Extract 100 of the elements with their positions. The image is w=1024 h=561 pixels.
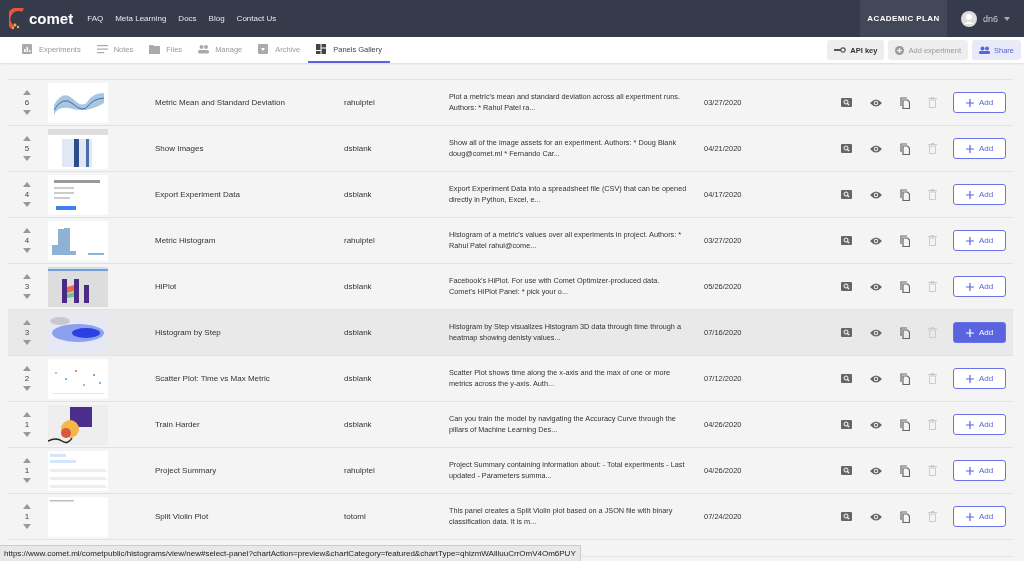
copy-icon[interactable] [900, 326, 910, 339]
upvote-icon[interactable] [23, 182, 31, 187]
eye-icon[interactable] [870, 98, 882, 107]
downvote-icon[interactable] [23, 478, 31, 483]
plus-icon [965, 144, 974, 153]
vote-count: 3 [24, 328, 30, 337]
upvote-icon[interactable] [23, 90, 31, 95]
upvote-icon[interactable] [23, 320, 31, 325]
copy-icon[interactable] [900, 188, 910, 201]
nav-link[interactable]: Docs [178, 14, 197, 23]
avatar-icon[interactable] [960, 10, 977, 27]
logo-text[interactable]: comet [29, 10, 74, 27]
downvote-icon[interactable] [23, 202, 31, 207]
add-button[interactable]: Add [953, 460, 1006, 481]
vote-count: 4 [24, 190, 30, 199]
copy-icon[interactable] [900, 372, 910, 385]
plus-circle-icon [895, 45, 905, 55]
author-name: dsblank [344, 144, 373, 153]
preview-icon[interactable] [841, 98, 852, 107]
downvote-icon[interactable] [23, 340, 31, 345]
eye-icon[interactable] [870, 282, 882, 291]
status-url: https://www.comet.ml/cometpublic/histograms/view/new#select-panel?chartAction=preview&chartCategory=featured&chartType=qhizmWAllluuCrrOmV4Om6PUY [0, 545, 581, 561]
upvote-icon[interactable] [23, 504, 31, 509]
add-button[interactable]: Add [953, 138, 1006, 159]
upvote-icon[interactable] [23, 274, 31, 279]
eye-icon[interactable] [870, 328, 882, 337]
add-button[interactable]: Add [953, 322, 1006, 343]
panel-name[interactable]: Metric Histogram [155, 236, 344, 245]
add-button[interactable]: Add [953, 368, 1006, 389]
vote-count: 4 [24, 236, 30, 245]
upvote-icon[interactable] [23, 412, 31, 417]
eye-icon[interactable] [870, 190, 882, 199]
nav-link[interactable]: Contact Us [236, 14, 277, 23]
preview-icon[interactable] [841, 144, 852, 153]
copy-icon[interactable] [900, 464, 910, 477]
add-button[interactable]: Add [953, 414, 1006, 435]
list-icon [96, 44, 108, 54]
panel-name[interactable]: Train Harder [155, 420, 344, 429]
author-name: dsblank [344, 420, 373, 429]
panel-name[interactable]: HiPlot [155, 282, 344, 291]
user-name[interactable]: dn6 [982, 13, 998, 24]
preview-icon[interactable] [841, 236, 852, 245]
upvote-icon[interactable] [23, 366, 31, 371]
preview-icon[interactable] [841, 374, 852, 383]
copy-icon[interactable] [900, 510, 910, 523]
panel-name[interactable]: Metric Mean and Standard Deviation [155, 98, 344, 107]
panel-name[interactable]: Project Summary [155, 466, 344, 475]
downvote-icon[interactable] [23, 524, 31, 529]
caret-icon[interactable] [1004, 16, 1010, 21]
vote-count: 2 [24, 374, 30, 383]
plus-icon [965, 190, 974, 199]
downvote-icon[interactable] [23, 386, 31, 391]
nav-link[interactable]: Meta Learning [115, 14, 167, 23]
panel-name[interactable]: Show Images [155, 144, 344, 153]
copy-icon[interactable] [900, 96, 910, 109]
box-icon [258, 44, 270, 54]
add-button[interactable]: Add [953, 184, 1006, 205]
downvote-icon[interactable] [23, 156, 31, 161]
add-button[interactable]: Add [953, 276, 1006, 297]
copy-icon[interactable] [900, 234, 910, 247]
plus-icon [965, 466, 974, 475]
preview-icon[interactable] [841, 328, 852, 337]
eye-icon[interactable] [870, 512, 882, 521]
add-button[interactable]: Add [953, 506, 1006, 527]
upvote-icon[interactable] [23, 136, 31, 141]
preview-icon[interactable] [841, 512, 852, 521]
panel-name[interactable]: Scatter Plot: Time vs Max Metric [155, 374, 344, 383]
downvote-icon[interactable] [23, 432, 31, 437]
panel-name[interactable]: Export Experiment Data [155, 190, 344, 199]
vote-count: 6 [24, 98, 30, 107]
chart-icon [22, 44, 33, 54]
nav-link[interactable]: Blog [208, 14, 225, 23]
upvote-icon[interactable] [23, 458, 31, 463]
downvote-icon[interactable] [23, 294, 31, 299]
eye-icon[interactable] [870, 374, 882, 383]
plus-icon [965, 236, 974, 245]
copy-icon[interactable] [900, 142, 910, 155]
copy-icon[interactable] [900, 280, 910, 293]
panel-name[interactable]: Histogram by Step [155, 328, 344, 337]
eye-icon[interactable] [870, 144, 882, 153]
eye-icon[interactable] [870, 466, 882, 475]
add-button[interactable]: Add [953, 230, 1006, 251]
author-name: dsblank [344, 328, 373, 337]
plus-icon [965, 512, 974, 521]
nav-link[interactable]: FAQ [87, 14, 104, 23]
people-icon [979, 46, 990, 54]
preview-icon[interactable] [841, 420, 852, 429]
downvote-icon[interactable] [23, 248, 31, 253]
preview-icon[interactable] [841, 282, 852, 291]
eye-icon[interactable] [870, 420, 882, 429]
panel-name[interactable]: Split Violin Plot [155, 512, 344, 521]
copy-icon[interactable] [900, 418, 910, 431]
add-button[interactable]: Add [953, 92, 1006, 113]
downvote-icon[interactable] [23, 110, 31, 115]
upvote-icon[interactable] [23, 228, 31, 233]
eye-icon[interactable] [870, 236, 882, 245]
plan-badge[interactable]: ACADEMIC PLAN [859, 0, 947, 37]
preview-icon[interactable] [841, 190, 852, 199]
preview-icon[interactable] [841, 466, 852, 475]
author-name: dsblank [344, 374, 373, 383]
